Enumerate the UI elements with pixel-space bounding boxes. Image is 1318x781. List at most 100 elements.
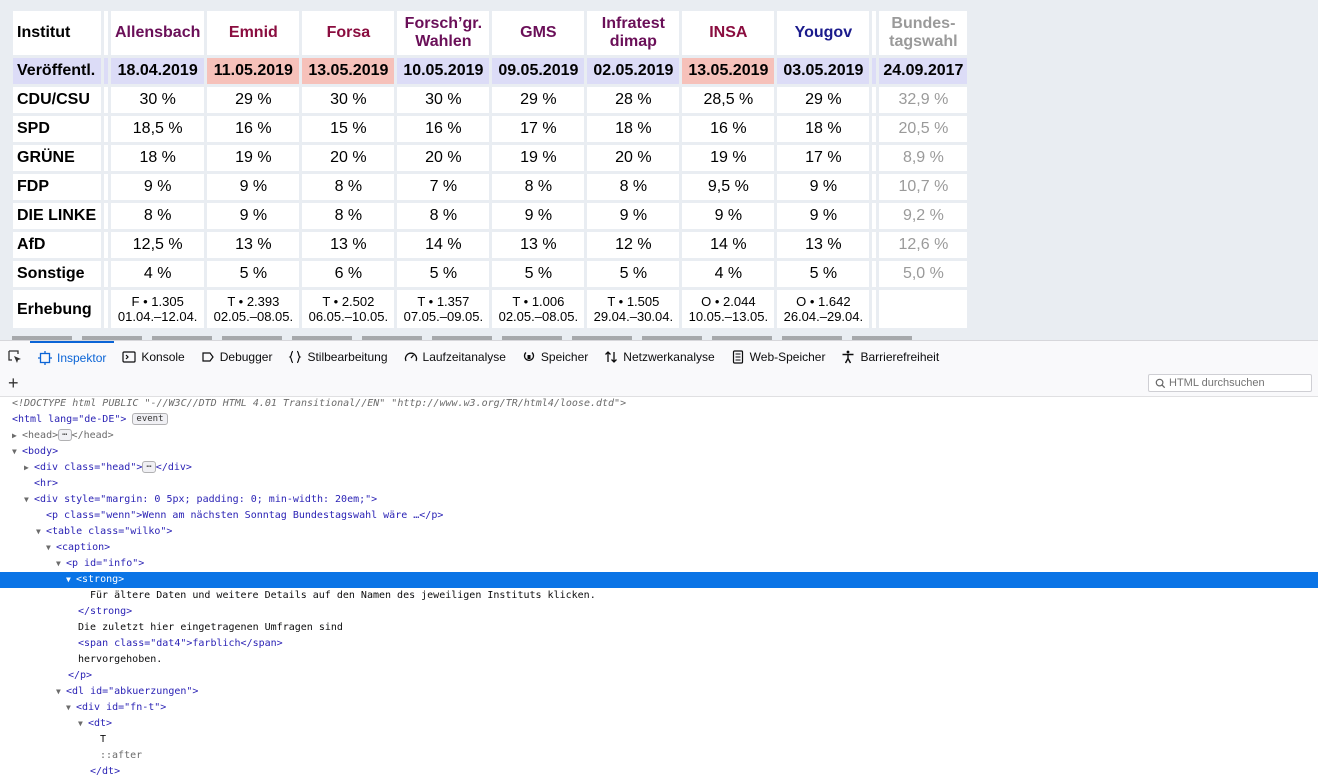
- separator: [872, 203, 877, 229]
- tree-line-caption[interactable]: ▼ <caption>: [0, 540, 1318, 556]
- collapsed-badge[interactable]: ⋯: [142, 461, 156, 473]
- tab-debugger[interactable]: Debugger: [193, 341, 281, 373]
- collapse-arrow-icon[interactable]: ▼: [46, 540, 56, 556]
- element-picker-button[interactable]: [0, 341, 30, 373]
- election-survey-empty: [879, 290, 968, 328]
- inspector-icon: [38, 351, 52, 365]
- html-search-box[interactable]: [1148, 374, 1312, 392]
- institute-header[interactable]: Emnid: [207, 11, 300, 55]
- text-node: Die zuletzt hier eingetragenen Umfragen …: [78, 622, 343, 633]
- header-row: Institut Allensbach Emnid Forsa Forsch’gr. …: [13, 11, 968, 55]
- separator: [872, 261, 877, 287]
- tree-line-text[interactable]: Für ältere Daten und weitere Details auf…: [0, 588, 1318, 604]
- poll-value: 20 %: [302, 145, 395, 171]
- tree-line-p-wenn[interactable]: <p class="wenn">Wenn am nächsten Sonntag…: [0, 508, 1318, 524]
- institute-header[interactable]: Yougov: [777, 11, 870, 55]
- markup-tree: <!DOCTYPE html PUBLIC "-//W3C//DTD HTML …: [0, 396, 1318, 781]
- poll-value: 9 %: [207, 203, 300, 229]
- institute-header[interactable]: INSA: [682, 11, 775, 55]
- poll-value: 28 %: [587, 87, 680, 113]
- poll-value: 7 %: [397, 174, 490, 200]
- separator: [872, 11, 877, 55]
- tree-line-head[interactable]: ▶ <head> ⋯ </head>: [0, 428, 1318, 444]
- tree-line-div-fnt[interactable]: ▼ <div id="fn-t">: [0, 700, 1318, 716]
- separator: [872, 174, 877, 200]
- corner-label: Institut: [13, 11, 101, 55]
- caption-tag: <caption>: [56, 542, 111, 553]
- survey-info: T • 1.357 07.05.–09.05.: [397, 290, 490, 328]
- collapse-arrow-icon[interactable]: ▼: [66, 700, 76, 716]
- poll-value: 30 %: [111, 87, 205, 113]
- separator: [872, 116, 877, 142]
- election-header[interactable]: Bundes- tagswahl: [879, 11, 968, 55]
- expand-arrow-icon[interactable]: ▶: [12, 428, 22, 444]
- tab-style-editor[interactable]: Stilbearbeitung: [280, 341, 395, 373]
- search-icon: [1155, 378, 1166, 388]
- publication-date: 11.05.2019: [207, 58, 300, 84]
- poll-value: 18 %: [777, 116, 870, 142]
- tree-line-p-info[interactable]: ▼ <p id="info">: [0, 556, 1318, 572]
- tree-line-body[interactable]: ▼ <body>: [0, 444, 1318, 460]
- institute-header[interactable]: Infratest dimap: [587, 11, 680, 55]
- tree-line-html[interactable]: <html lang="de-DE"> event: [0, 412, 1318, 428]
- publication-date: 03.05.2019: [777, 58, 870, 84]
- poll-value: 12,5 %: [111, 232, 205, 258]
- survey-info: T • 1.505 29.04.–30.04.: [587, 290, 680, 328]
- institute-header[interactable]: Forsa: [302, 11, 395, 55]
- tree-line[interactable]: <!DOCTYPE html PUBLIC "-//W3C//DTD HTML …: [0, 396, 1318, 412]
- tab-inspector[interactable]: Inspektor: [30, 341, 115, 373]
- tab-memory[interactable]: Speicher: [514, 341, 596, 373]
- tree-line-dl[interactable]: ▼ <dl id="abkuerzungen">: [0, 684, 1318, 700]
- collapse-arrow-icon[interactable]: ▼: [56, 556, 66, 572]
- tree-line-strong-selected[interactable]: ▼ <strong>: [0, 572, 1318, 588]
- tab-storage[interactable]: Web-Speicher: [723, 341, 834, 373]
- poll-value: 16 %: [682, 116, 775, 142]
- tab-label: Inspektor: [57, 351, 107, 365]
- tree-line-dt-close[interactable]: </dt>: [0, 764, 1318, 780]
- tab-network[interactable]: Netzwerkanalyse: [596, 341, 722, 373]
- collapse-arrow-icon[interactable]: ▼: [78, 716, 88, 732]
- institute-header[interactable]: GMS: [492, 11, 585, 55]
- expand-arrow-icon[interactable]: ▶: [24, 460, 34, 476]
- add-node-button[interactable]: +: [8, 373, 24, 393]
- tree-line-pseudo[interactable]: ::after: [0, 748, 1318, 764]
- poll-value: 20 %: [587, 145, 680, 171]
- tree-line-text[interactable]: T: [0, 732, 1318, 748]
- tree-line-div-head[interactable]: ▶ <div class="head"> ⋯ </div>: [0, 460, 1318, 476]
- survey-info: T • 2.502 06.05.–10.05.: [302, 290, 395, 328]
- collapse-arrow-icon[interactable]: ▼: [56, 684, 66, 700]
- tab-console[interactable]: Konsole: [114, 341, 192, 373]
- collapsed-badge[interactable]: ⋯: [58, 429, 72, 441]
- party-row: GRÜNE 18 % 19 % 20 % 20 % 19 % 20 % 19 % 17 % 8,9…: [13, 145, 968, 171]
- tab-accessibility[interactable]: Barrierefreiheit: [833, 341, 947, 373]
- tree-line-span[interactable]: <span class="dat4">farblich</span>: [0, 636, 1318, 652]
- html-search-input[interactable]: [1169, 377, 1309, 389]
- publication-date: 02.05.2019: [587, 58, 680, 84]
- tree-line-hr[interactable]: <hr>: [0, 476, 1318, 492]
- tree-line-dt[interactable]: ▼ <dt>: [0, 716, 1318, 732]
- tree-line-table[interactable]: ▼ <table class="wilko">: [0, 524, 1318, 540]
- collapse-arrow-icon[interactable]: ▼: [24, 492, 34, 508]
- tree-line-strong-close[interactable]: </strong>: [0, 604, 1318, 620]
- poll-value: 16 %: [207, 116, 300, 142]
- survey-info: T • 2.393 02.05.–08.05.: [207, 290, 300, 328]
- tree-line-text[interactable]: hervorgehoben.: [0, 652, 1318, 668]
- institute-header[interactable]: Forsch’gr. Wahlen: [397, 11, 490, 55]
- collapse-arrow-icon[interactable]: ▼: [66, 572, 76, 588]
- survey-info: O • 1.642 26.04.–29.04.: [777, 290, 870, 328]
- event-badge[interactable]: event: [132, 413, 168, 425]
- poll-value: 5 %: [587, 261, 680, 287]
- collapse-arrow-icon[interactable]: ▼: [12, 444, 22, 460]
- poll-value: 9,5 %: [682, 174, 775, 200]
- span-tag: <span class="dat4">farblich</span>: [78, 638, 283, 649]
- poll-value: 16 %: [397, 116, 490, 142]
- tree-line-text[interactable]: Die zuletzt hier eingetragenen Umfragen …: [0, 620, 1318, 636]
- tab-label: Barrierefreiheit: [860, 350, 940, 364]
- institute-header[interactable]: Allensbach: [111, 11, 205, 55]
- tab-performance[interactable]: Laufzeitanalyse: [396, 341, 514, 373]
- collapse-arrow-icon[interactable]: ▼: [36, 524, 46, 540]
- tree-line-p-close[interactable]: </p>: [0, 668, 1318, 684]
- tree-line-div-style[interactable]: ▼ <div style="margin: 0 5px; padding: 0; …: [0, 492, 1318, 508]
- survey-period: 10.05.–13.05.: [688, 309, 769, 324]
- party-row: FDP 9 % 9 % 8 % 7 % 8 % 8 % 9,5 % 9 % 10,7 %: [13, 174, 968, 200]
